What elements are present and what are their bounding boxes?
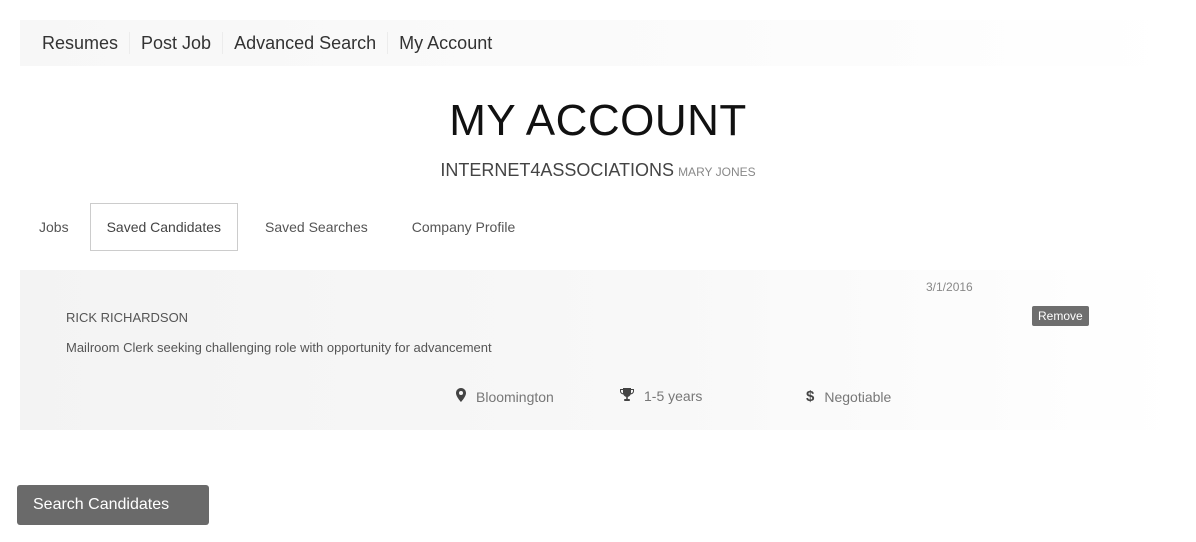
candidate-name[interactable]: RICK RICHARDSON [66, 310, 188, 325]
trophy-icon [620, 388, 634, 404]
salary-text: Negotiable [824, 388, 892, 405]
search-candidates-button[interactable]: Search Candidates [17, 485, 209, 525]
saved-date: 3/1/2016 [926, 280, 973, 294]
page-title: MY ACCOUNT [449, 96, 747, 145]
candidate-experience: 1-5 years [620, 388, 702, 404]
tab-jobs[interactable]: Jobs [20, 203, 86, 251]
nav-item-my-account[interactable]: My Account [388, 32, 503, 54]
location-text: Bloomington [476, 388, 554, 405]
organization-name: INTERNET4ASSOCIATIONS [440, 160, 675, 180]
remove-button[interactable]: Remove [1032, 306, 1089, 326]
page: Resumes Post Job Advanced Search My Acco… [0, 0, 1196, 542]
map-marker-icon [456, 388, 466, 405]
nav-item-resumes[interactable]: Resumes [20, 32, 131, 54]
nav-item-advanced-search[interactable]: Advanced Search [223, 32, 389, 54]
candidate-headline: Mailroom Clerk seeking challenging role … [66, 340, 492, 355]
top-nav: Resumes Post Job Advanced Search My Acco… [20, 20, 1180, 66]
user-name: MARY JONES [678, 165, 756, 179]
candidate-location: Bloomington [456, 388, 554, 405]
tab-company-profile[interactable]: Company Profile [395, 203, 533, 251]
dollar-icon: $ [806, 388, 815, 405]
candidate-salary: $ Negotiable [806, 388, 891, 405]
nav-item-post-job[interactable]: Post Job [130, 32, 224, 54]
tab-saved-candidates[interactable]: Saved Candidates [89, 203, 238, 251]
account-tabs: Jobs Saved Candidates Saved Searches Com… [20, 203, 542, 251]
account-subtitle: INTERNET4ASSOCIATIONS MARY JONES [0, 160, 1196, 181]
tab-saved-searches[interactable]: Saved Searches [248, 203, 385, 251]
saved-candidate-card: 3/1/2016 Remove RICK RICHARDSON Mailroom… [20, 270, 1180, 430]
experience-text: 1-5 years [644, 388, 703, 404]
